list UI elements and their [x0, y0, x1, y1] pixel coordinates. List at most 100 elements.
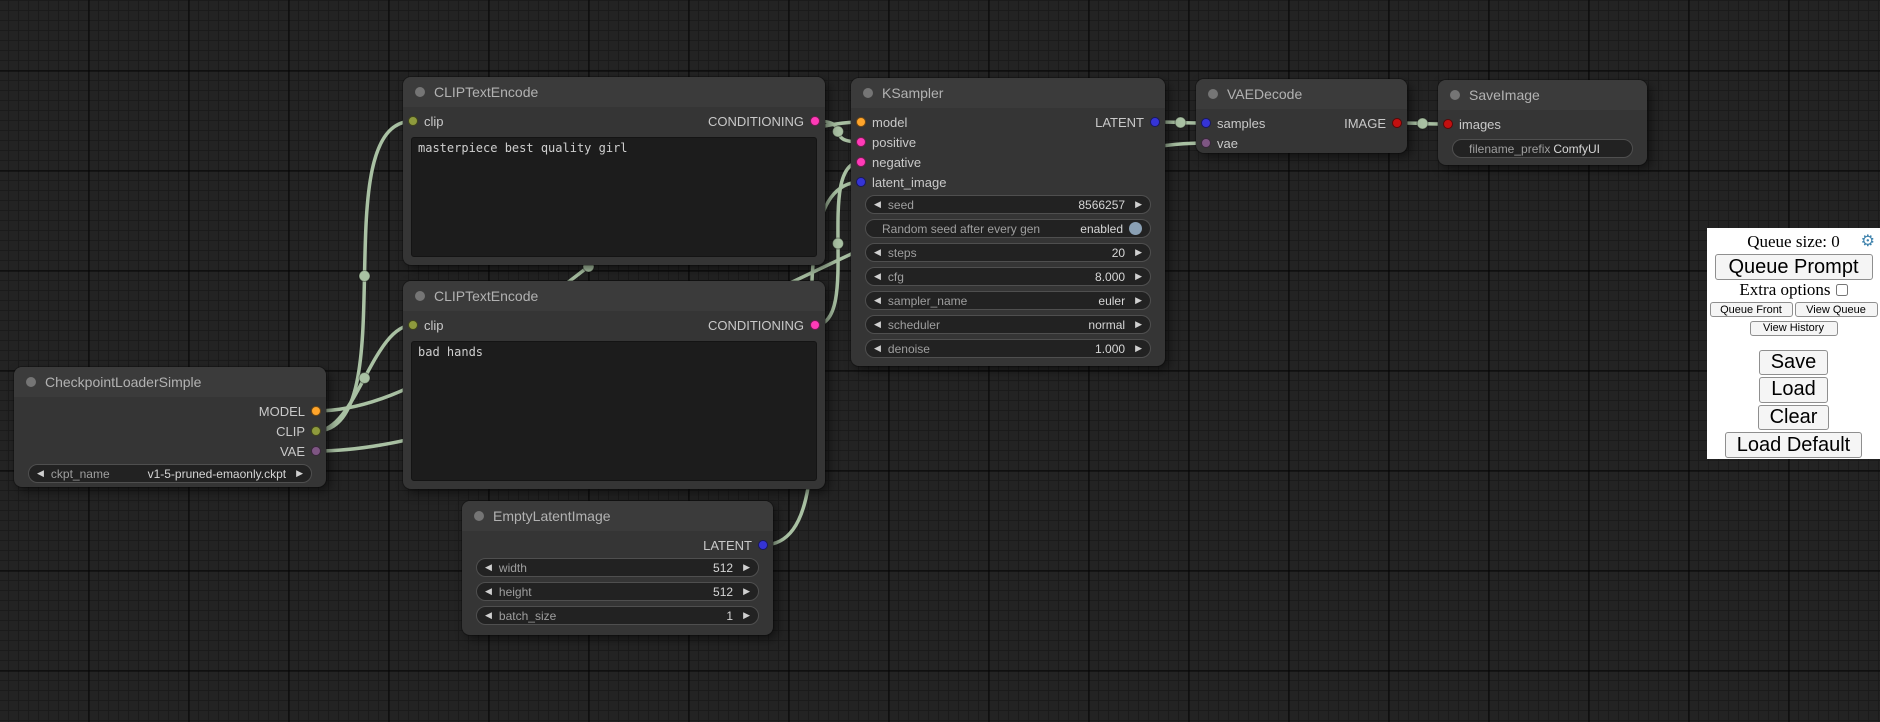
increment-arrow-icon[interactable]: ▶ — [1135, 320, 1142, 329]
output-label-image: IMAGE — [1344, 116, 1386, 131]
view-queue-button[interactable]: View Queue — [1795, 302, 1878, 317]
node-collapse-dot[interactable] — [1208, 89, 1218, 99]
node-title-bar: KSampler — [851, 78, 1165, 108]
output-port-conditioning[interactable] — [810, 320, 820, 330]
input-port-positive[interactable] — [856, 137, 866, 147]
output-port-model[interactable] — [311, 406, 321, 416]
widget-filename-prefix[interactable]: filename_prefix ComfyUI — [1452, 139, 1633, 158]
input-label-clip: clip — [424, 318, 444, 333]
input-port-clip[interactable] — [408, 320, 418, 330]
output-port-clip[interactable] — [311, 426, 321, 436]
slot-row: negative — [851, 152, 1165, 172]
node-collapse-dot[interactable] — [26, 377, 36, 387]
node-collapse-dot[interactable] — [863, 88, 873, 98]
load-default-button[interactable]: Load Default — [1725, 432, 1862, 458]
widget-random-seed-toggle[interactable]: Random seed after every gen enabled — [865, 219, 1151, 238]
output-label-model: MODEL — [259, 404, 305, 419]
node-title: CheckpointLoaderSimple — [45, 374, 201, 390]
output-row: LATENT — [462, 535, 773, 555]
node-checkpoint-loader-simple[interactable]: CheckpointLoaderSimple MODEL CLIP VAE ◀ … — [14, 367, 326, 487]
output-port-vae[interactable] — [311, 446, 321, 456]
output-port-image[interactable] — [1392, 118, 1402, 128]
decrement-arrow-icon[interactable]: ◀ — [874, 272, 881, 281]
widget-ckpt-name[interactable]: ◀ ckpt_name v1-5-pruned-emaonly.ckpt ▶ — [28, 464, 312, 483]
increment-arrow-icon[interactable]: ▶ — [743, 587, 750, 596]
comfy-menu-panel: Queue size: 0 ⚙ Queue Prompt Extra optio… — [1707, 228, 1880, 459]
increment-arrow-icon[interactable]: ▶ — [1135, 296, 1142, 305]
output-port-latent[interactable] — [1150, 117, 1160, 127]
view-history-button[interactable]: View History — [1750, 321, 1838, 336]
increment-arrow-icon[interactable]: ▶ — [1135, 272, 1142, 281]
slot-row: model LATENT — [851, 112, 1165, 132]
negative-prompt-textarea[interactable]: bad hands — [411, 341, 817, 481]
increment-arrow-icon[interactable]: ▶ — [1135, 344, 1142, 353]
output-label-conditioning: CONDITIONING — [708, 114, 804, 129]
output-row: VAE — [14, 441, 326, 461]
widget-batch-size[interactable]: ◀ batch_size 1 ▶ — [476, 606, 759, 625]
input-port-vae[interactable] — [1201, 138, 1211, 148]
decrement-arrow-icon[interactable]: ◀ — [874, 296, 881, 305]
widget-sampler-name[interactable]: ◀ sampler_name euler ▶ — [865, 291, 1151, 310]
widget-width[interactable]: ◀ width 512 ▶ — [476, 558, 759, 577]
clear-button[interactable]: Clear — [1758, 405, 1830, 431]
widget-steps[interactable]: ◀ steps 20 ▶ — [865, 243, 1151, 262]
queue-front-button[interactable]: Queue Front — [1710, 302, 1793, 317]
save-button[interactable]: Save — [1759, 350, 1829, 376]
input-port-negative[interactable] — [856, 157, 866, 167]
input-label-latent-image: latent_image — [872, 175, 946, 190]
decrement-arrow-icon[interactable]: ◀ — [485, 563, 492, 572]
output-row: MODEL — [14, 401, 326, 421]
input-port-latent-image[interactable] — [856, 177, 866, 187]
node-collapse-dot[interactable] — [474, 511, 484, 521]
node-collapse-dot[interactable] — [1450, 90, 1460, 100]
slot-row: samples IMAGE — [1196, 113, 1407, 133]
input-label-clip: clip — [424, 114, 444, 129]
queue-size-label: Queue size: 0 — [1747, 232, 1840, 251]
increment-arrow-icon[interactable]: ▶ — [743, 611, 750, 620]
positive-prompt-textarea[interactable]: masterpiece best quality girl — [411, 137, 817, 257]
output-port-conditioning[interactable] — [810, 116, 820, 126]
increment-arrow-icon[interactable]: ▶ — [743, 563, 750, 572]
node-graph-canvas[interactable]: CheckpointLoaderSimple MODEL CLIP VAE ◀ … — [0, 0, 1880, 722]
input-port-clip[interactable] — [408, 116, 418, 126]
widget-scheduler[interactable]: ◀ scheduler normal ▶ — [865, 315, 1151, 334]
node-collapse-dot[interactable] — [415, 87, 425, 97]
extra-options-checkbox[interactable] — [1836, 284, 1848, 296]
increment-arrow-icon[interactable]: ▶ — [296, 469, 303, 478]
node-collapse-dot[interactable] — [415, 291, 425, 301]
node-title-bar: SaveImage — [1438, 80, 1647, 110]
input-label-samples: samples — [1217, 116, 1265, 131]
increment-arrow-icon[interactable]: ▶ — [1135, 200, 1142, 209]
node-title-bar: CLIPTextEncode — [403, 281, 825, 311]
toggle-dot-icon[interactable] — [1129, 222, 1142, 235]
load-button[interactable]: Load — [1759, 377, 1828, 403]
decrement-arrow-icon[interactable]: ◀ — [874, 320, 881, 329]
node-clip-text-encode-positive[interactable]: CLIPTextEncode clip CONDITIONING masterp… — [403, 77, 825, 265]
node-vae-decode[interactable]: VAEDecode samples IMAGE vae — [1196, 79, 1407, 153]
widget-denoise[interactable]: ◀ denoise 1.000 ▶ — [865, 339, 1151, 358]
settings-gear-icon[interactable]: ⚙ — [1861, 231, 1875, 252]
decrement-arrow-icon[interactable]: ◀ — [485, 587, 492, 596]
slot-row: clip CONDITIONING — [403, 315, 825, 335]
slot-row: latent_image — [851, 172, 1165, 192]
decrement-arrow-icon[interactable]: ◀ — [37, 469, 44, 478]
decrement-arrow-icon[interactable]: ◀ — [485, 611, 492, 620]
input-port-images[interactable] — [1443, 119, 1453, 129]
queue-prompt-button[interactable]: Queue Prompt — [1715, 254, 1873, 280]
node-title: VAEDecode — [1227, 86, 1302, 102]
increment-arrow-icon[interactable]: ▶ — [1135, 248, 1142, 257]
node-save-image[interactable]: SaveImage images filename_prefix ComfyUI — [1438, 80, 1647, 165]
decrement-arrow-icon[interactable]: ◀ — [874, 200, 881, 209]
extra-options-label: Extra options — [1739, 280, 1830, 300]
decrement-arrow-icon[interactable]: ◀ — [874, 248, 881, 257]
input-port-model[interactable] — [856, 117, 866, 127]
output-port-latent[interactable] — [758, 540, 768, 550]
input-port-samples[interactable] — [1201, 118, 1211, 128]
node-clip-text-encode-negative[interactable]: CLIPTextEncode clip CONDITIONING bad han… — [403, 281, 825, 489]
decrement-arrow-icon[interactable]: ◀ — [874, 344, 881, 353]
widget-cfg[interactable]: ◀ cfg 8.000 ▶ — [865, 267, 1151, 286]
widget-seed[interactable]: ◀ seed 8566257 ▶ — [865, 195, 1151, 214]
node-ksampler[interactable]: KSampler model LATENT positive negative … — [851, 78, 1165, 366]
node-empty-latent-image[interactable]: EmptyLatentImage LATENT ◀ width 512 ▶ ◀ … — [462, 501, 773, 635]
widget-height[interactable]: ◀ height 512 ▶ — [476, 582, 759, 601]
